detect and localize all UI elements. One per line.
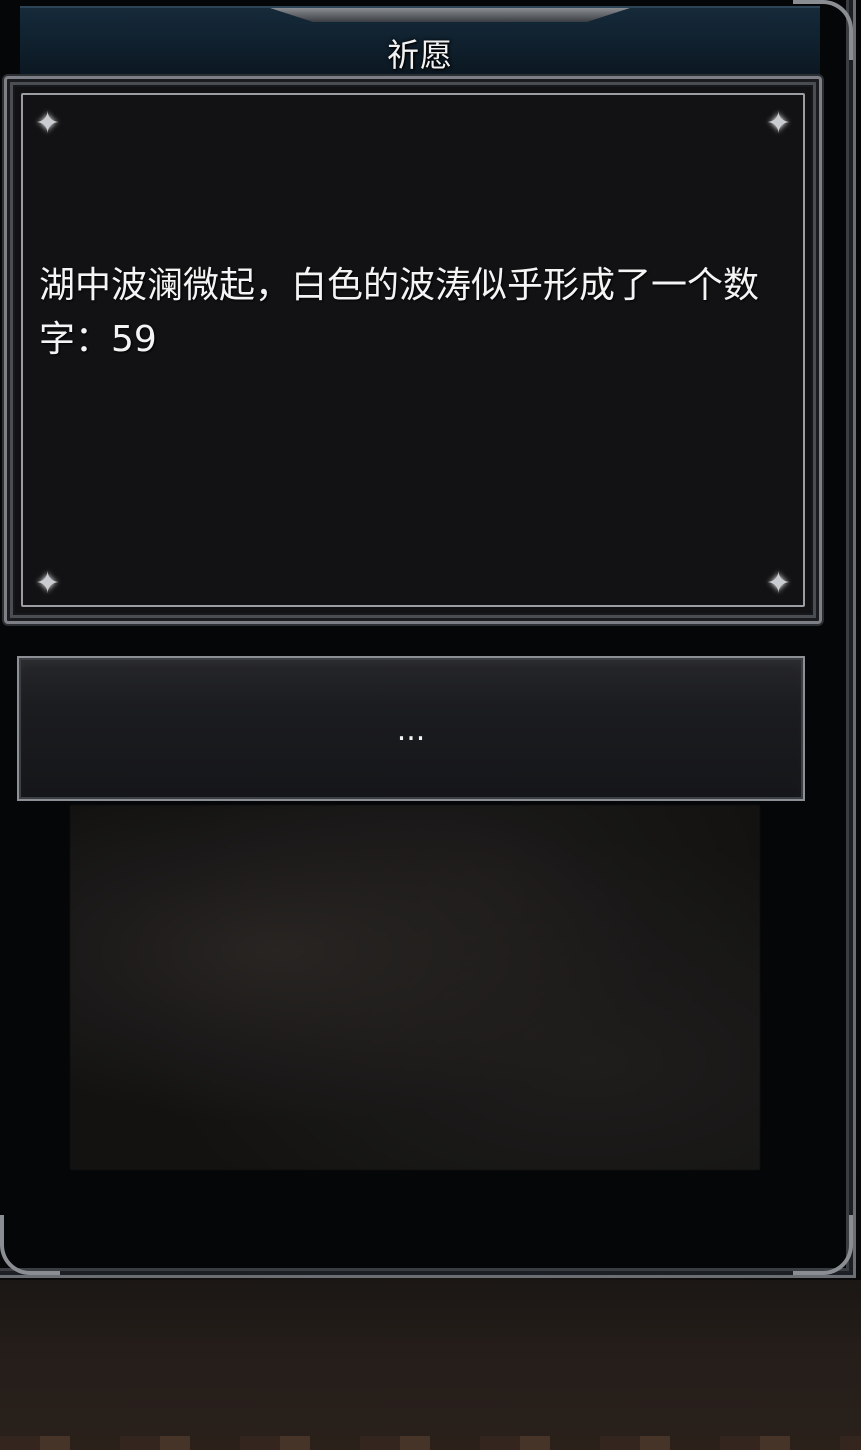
sparkle-icon: ✦: [765, 566, 791, 601]
stone-background-panel: [70, 805, 760, 1170]
frame-corner-ornament: [0, 1215, 60, 1275]
title-bar: 祈愿: [20, 6, 820, 96]
title-ornament: [270, 8, 630, 22]
game-scene: 祈愿 ✦ ✦ ✦ ✦ 湖中波澜微起，白色的波涛似乎形成了一个数字：59 ...: [0, 0, 861, 1450]
background-strip: [0, 1280, 861, 1450]
message-box: ✦ ✦ ✦ ✦ 湖中波澜微起，白色的波涛似乎形成了一个数字：59: [4, 76, 822, 624]
frame-corner-ornament: [793, 1215, 853, 1275]
dialog-message: 湖中波澜微起，白色的波涛似乎形成了一个数字：59: [39, 265, 760, 360]
option-label: ...: [396, 713, 426, 748]
sparkle-icon: ✦: [765, 106, 791, 141]
sparkle-icon: ✦: [35, 106, 61, 141]
sparkle-icon: ✦: [35, 566, 61, 601]
continue-option-button[interactable]: ...: [17, 656, 805, 801]
dialog-title: 祈愿: [386, 36, 453, 74]
dialog-frame: 祈愿 ✦ ✦ ✦ ✦ 湖中波澜微起，白色的波涛似乎形成了一个数字：59 ...: [0, 0, 856, 1278]
